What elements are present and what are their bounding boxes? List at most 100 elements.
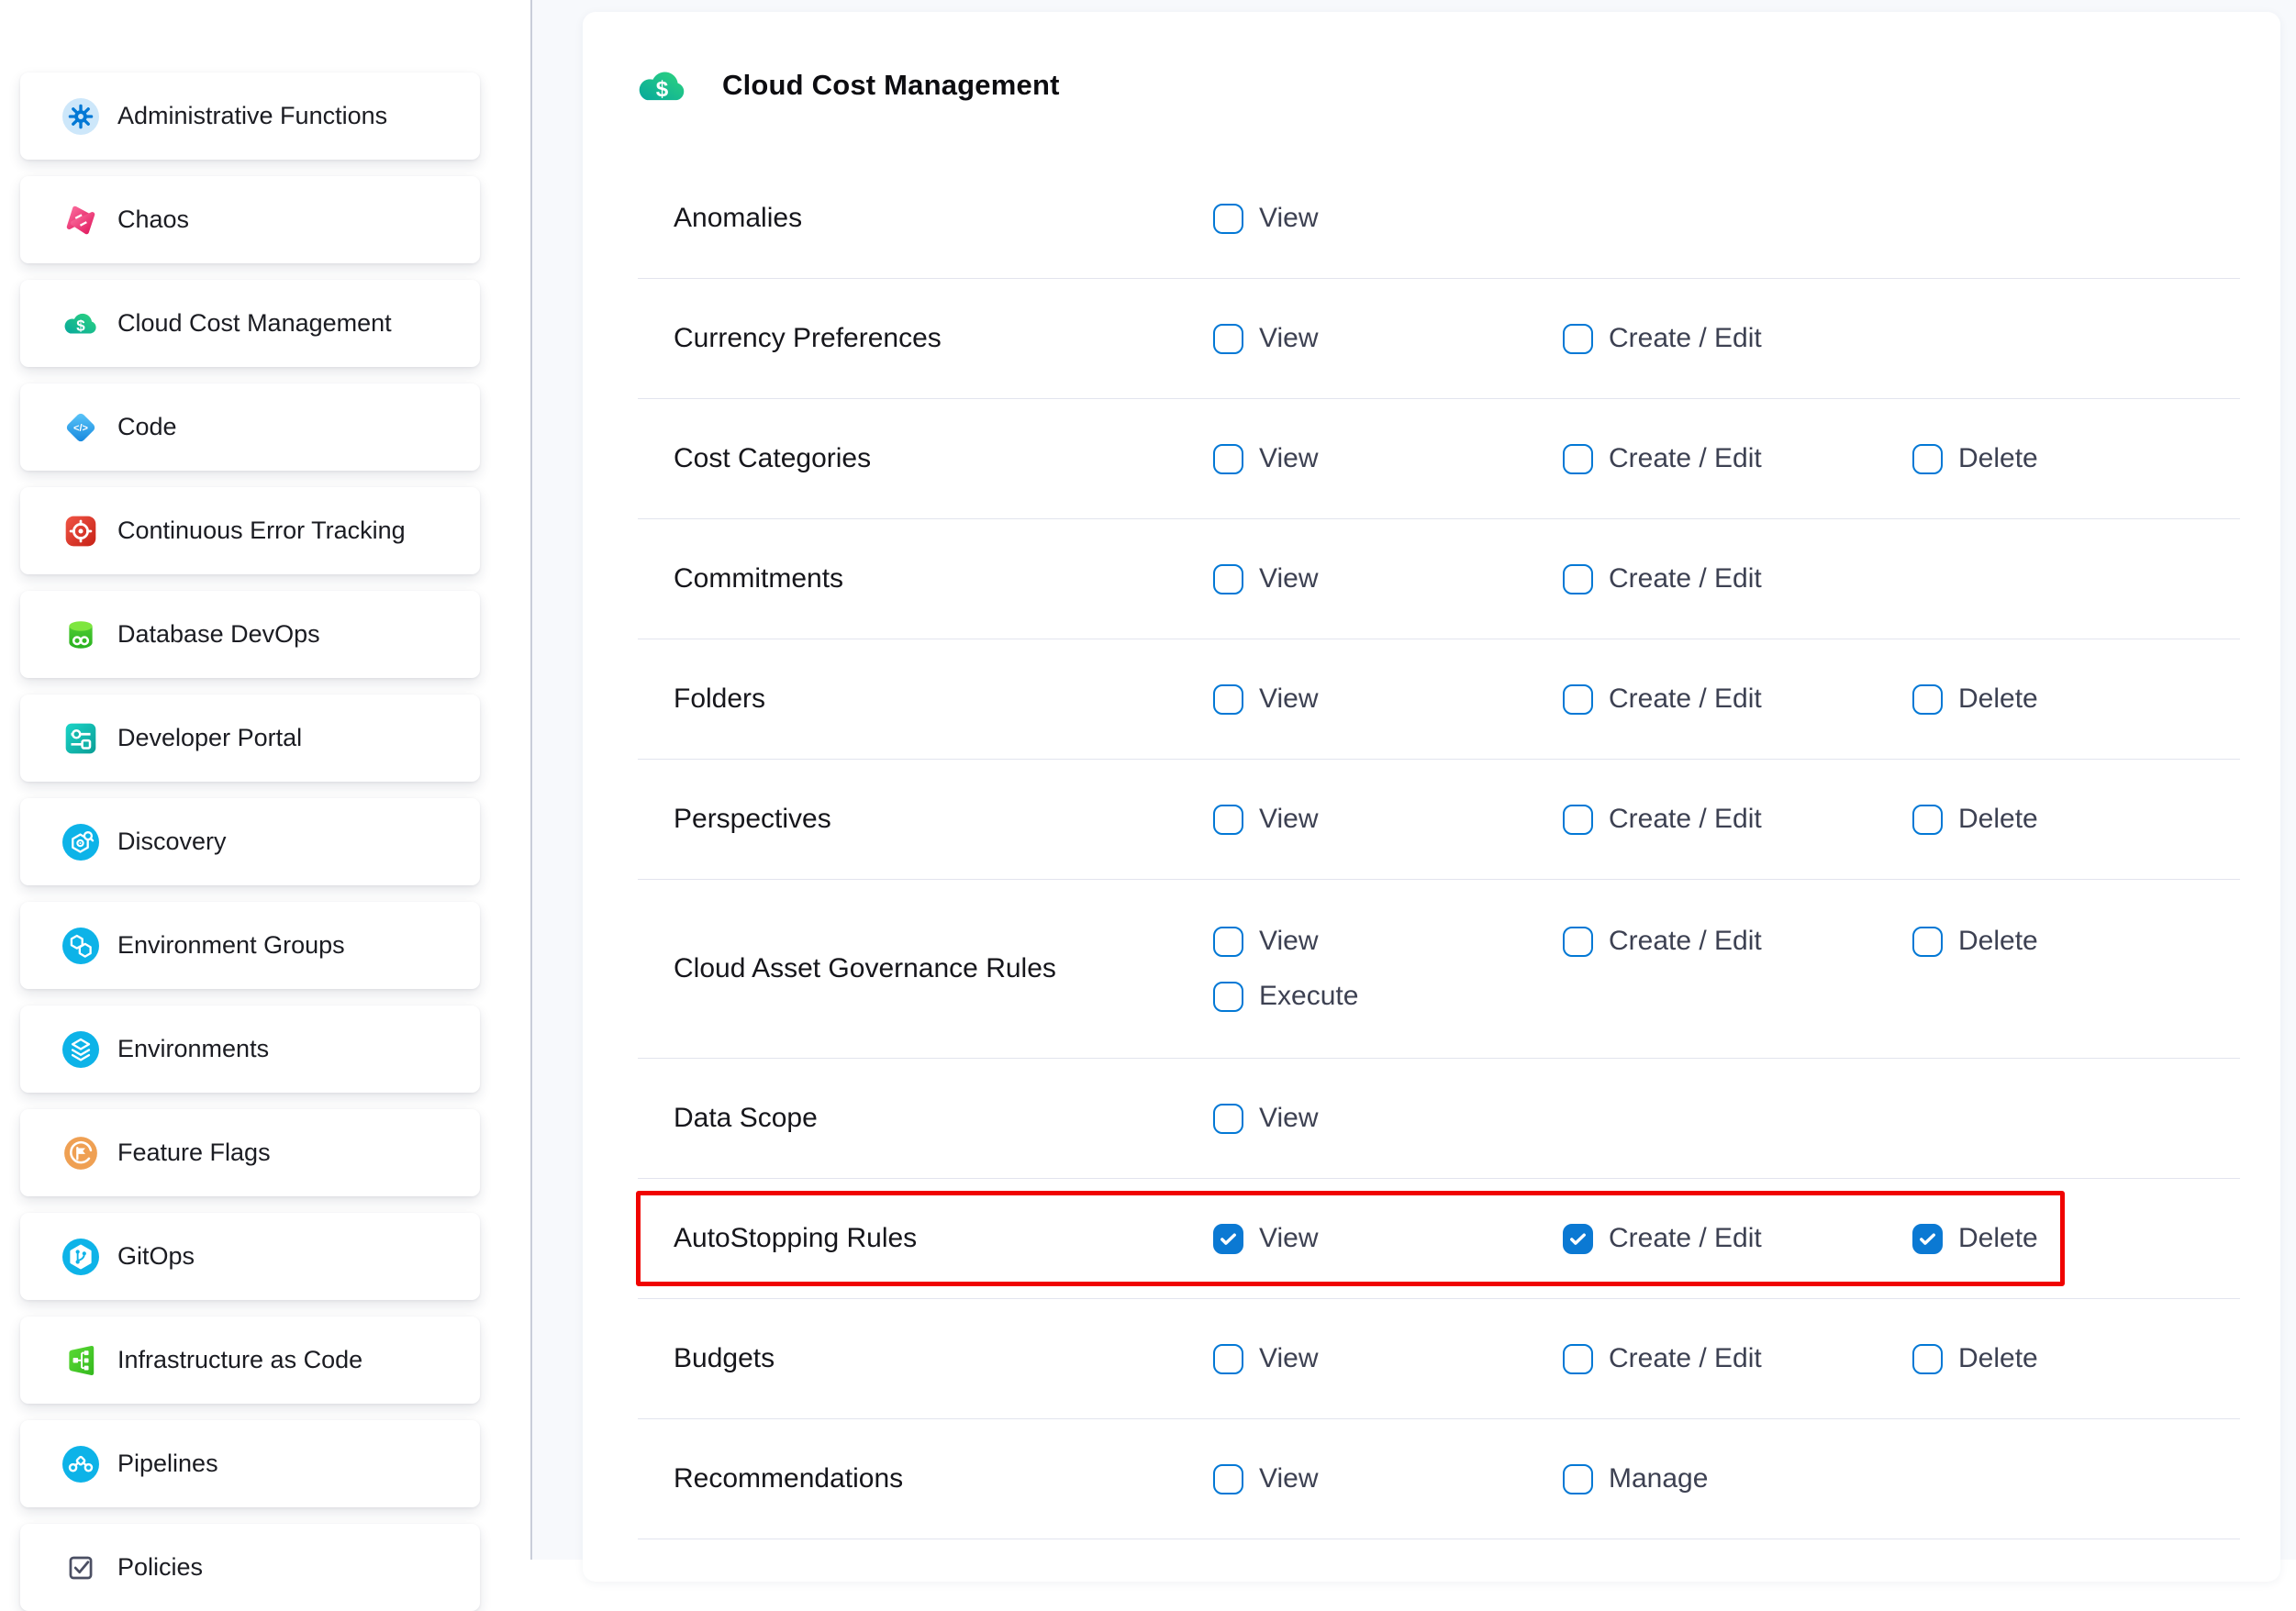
- sidebar-item-feature-flags[interactable]: Feature Flags: [20, 1109, 480, 1196]
- permission-label[interactable]: View: [1259, 1463, 1318, 1494]
- permission-label[interactable]: View: [1259, 1343, 1318, 1374]
- sidebar-item-pipelines[interactable]: Pipelines: [20, 1420, 480, 1507]
- sidebar-item-infrastructure-as-code[interactable]: Infrastructure as Code: [20, 1317, 480, 1404]
- execute-checkbox[interactable]: [1213, 982, 1243, 1012]
- permission-create-edit: Create / Edit: [1563, 804, 1912, 835]
- sidebar-item-policies[interactable]: Policies: [20, 1524, 480, 1611]
- cloud-cost-management-icon: $: [636, 65, 688, 106]
- permission-label[interactable]: View: [1259, 926, 1318, 957]
- permission-label[interactable]: View: [1259, 203, 1318, 234]
- svg-text:$: $: [76, 317, 85, 335]
- view-checkbox[interactable]: [1213, 1104, 1243, 1134]
- manage-checkbox[interactable]: [1563, 1464, 1593, 1494]
- sidebar-item-continuous-error-tracking[interactable]: Continuous Error Tracking: [20, 487, 480, 574]
- permission-label[interactable]: View: [1259, 323, 1318, 354]
- view-checkbox[interactable]: [1213, 1224, 1243, 1254]
- permission-view: View: [1213, 804, 1563, 835]
- create-edit-checkbox[interactable]: [1563, 444, 1593, 474]
- delete-checkbox[interactable]: [1912, 684, 1943, 715]
- create-edit-checkbox[interactable]: [1563, 927, 1593, 957]
- delete-checkbox[interactable]: [1912, 805, 1943, 835]
- delete-checkbox[interactable]: [1912, 444, 1943, 474]
- page-title: Cloud Cost Management: [722, 69, 1060, 102]
- create-edit-checkbox[interactable]: [1563, 1224, 1593, 1254]
- sidebar-item-label: Developer Portal: [117, 724, 302, 752]
- hexagon-search-icon: [62, 824, 99, 861]
- sidebar-item-label: Code: [117, 413, 177, 441]
- view-checkbox[interactable]: [1213, 204, 1243, 234]
- create-edit-checkbox[interactable]: [1563, 564, 1593, 594]
- sidebar-item-discovery[interactable]: Discovery: [20, 798, 480, 885]
- permission-label[interactable]: Delete: [1958, 1223, 2038, 1254]
- sidebar-item-label: Continuous Error Tracking: [117, 517, 406, 545]
- delete-checkbox[interactable]: [1912, 1344, 1943, 1374]
- sidebar-item-list: Administrative Functions Chaos $ Cloud C…: [20, 72, 480, 1611]
- sidebar-item-administrative-functions[interactable]: Administrative Functions: [20, 72, 480, 160]
- svg-text:$: $: [656, 76, 669, 101]
- sidebar-item-database-devops[interactable]: Database DevOps: [20, 591, 480, 678]
- view-checkbox[interactable]: [1213, 1464, 1243, 1494]
- permission-label[interactable]: View: [1259, 1103, 1318, 1134]
- view-checkbox[interactable]: [1213, 805, 1243, 835]
- crosshair-target-icon: [62, 513, 99, 550]
- permission-label[interactable]: Create / Edit: [1609, 443, 1762, 474]
- permission-label[interactable]: Create / Edit: [1609, 1223, 1762, 1254]
- permission-label[interactable]: Create / Edit: [1609, 563, 1762, 594]
- permission-create-edit: Create / Edit: [1563, 563, 1762, 594]
- permission-label[interactable]: Execute: [1259, 981, 1358, 1012]
- delete-checkbox[interactable]: [1912, 927, 1943, 957]
- permission-label[interactable]: Delete: [1958, 683, 2038, 715]
- sidebar-item-label: Environment Groups: [117, 931, 345, 960]
- permission-label[interactable]: Create / Edit: [1609, 1343, 1762, 1374]
- cloud-dollar-icon: $: [62, 306, 99, 342]
- permission-create-edit: Create / Edit: [1563, 683, 1912, 715]
- permission-label[interactable]: View: [1259, 443, 1318, 474]
- svg-text:</>: </>: [73, 423, 88, 434]
- view-checkbox[interactable]: [1213, 684, 1243, 715]
- sidebar-item-developer-portal[interactable]: Developer Portal: [20, 694, 480, 782]
- sidebar-item-label: Infrastructure as Code: [117, 1346, 362, 1374]
- view-checkbox[interactable]: [1213, 1344, 1243, 1374]
- circuit-board-icon: [62, 1342, 99, 1379]
- permission-label[interactable]: Create / Edit: [1609, 323, 1762, 354]
- permission-label[interactable]: Create / Edit: [1609, 683, 1762, 715]
- permission-label[interactable]: View: [1259, 563, 1318, 594]
- resource-label: Cost Categories: [674, 443, 1213, 474]
- view-checkbox[interactable]: [1213, 564, 1243, 594]
- permission-row-currency-preferences: Currency PreferencesViewCreate / Edit: [583, 279, 2280, 398]
- permission-label[interactable]: Create / Edit: [1609, 804, 1762, 835]
- sidebar-item-label: Database DevOps: [117, 620, 320, 649]
- permission-label[interactable]: Delete: [1958, 926, 2038, 957]
- permission-label[interactable]: Delete: [1958, 1343, 2038, 1374]
- permission-row-cloud-asset-governance-rules: Cloud Asset Governance RulesViewCreate /…: [583, 880, 2280, 1058]
- permission-execute: Execute: [1213, 981, 1358, 1012]
- permission-view: View: [1213, 323, 1563, 354]
- permission-label[interactable]: View: [1259, 1223, 1318, 1254]
- main-panel: $ Cloud Cost Management AnomaliesViewCur…: [532, 0, 2296, 1560]
- view-checkbox[interactable]: [1213, 927, 1243, 957]
- permission-label[interactable]: Delete: [1958, 443, 2038, 474]
- permission-label[interactable]: View: [1259, 683, 1318, 715]
- permission-label[interactable]: Create / Edit: [1609, 926, 1762, 957]
- view-checkbox[interactable]: [1213, 444, 1243, 474]
- sidebar-item-code[interactable]: </> Code: [20, 383, 480, 471]
- sidebar-item-environment-groups[interactable]: Environment Groups: [20, 902, 480, 989]
- sidebar-item-chaos[interactable]: Chaos: [20, 176, 480, 263]
- view-checkbox[interactable]: [1213, 324, 1243, 354]
- create-edit-checkbox[interactable]: [1563, 1344, 1593, 1374]
- permission-label[interactable]: Manage: [1609, 1463, 1708, 1494]
- resource-label: Folders: [674, 683, 1213, 715]
- create-edit-checkbox[interactable]: [1563, 684, 1593, 715]
- permission-row-anomalies: AnomaliesView: [583, 159, 2280, 278]
- permission-view: View: [1213, 683, 1563, 715]
- permission-label[interactable]: Delete: [1958, 804, 2038, 835]
- sidebar-item-gitops[interactable]: GitOps: [20, 1213, 480, 1300]
- card-header: $ Cloud Cost Management: [583, 12, 2280, 159]
- create-edit-checkbox[interactable]: [1563, 324, 1593, 354]
- chaos-pinwheel-icon: [62, 202, 99, 239]
- sidebar-item-environments[interactable]: Environments: [20, 1005, 480, 1093]
- delete-checkbox[interactable]: [1912, 1224, 1943, 1254]
- permission-label[interactable]: View: [1259, 804, 1318, 835]
- create-edit-checkbox[interactable]: [1563, 805, 1593, 835]
- sidebar-item-cloud-cost-management[interactable]: $ Cloud Cost Management: [20, 280, 480, 367]
